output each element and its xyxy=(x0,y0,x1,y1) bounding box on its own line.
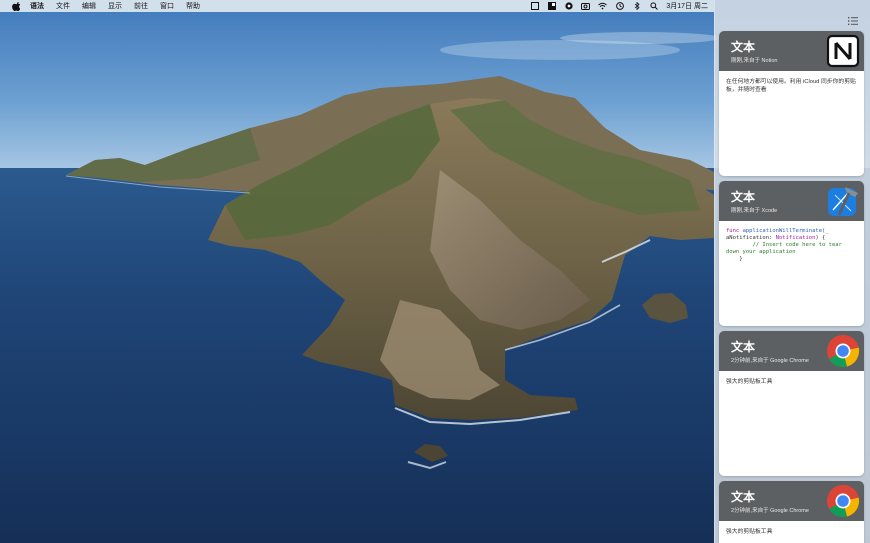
camera-icon[interactable] xyxy=(581,2,591,11)
menu-window[interactable]: 窗口 xyxy=(160,1,174,11)
menu-file[interactable]: 文件 xyxy=(56,1,70,11)
menu-app-name[interactable]: 语法 xyxy=(30,1,44,11)
clipboard-card-xcode[interactable]: 文本 刚刚,来自于 Xcode func applicationWillTerm… xyxy=(719,181,864,326)
card-title: 文本 xyxy=(731,190,756,204)
list-icon[interactable] xyxy=(848,12,858,25)
status-area: 3月17日 周二 xyxy=(530,0,708,12)
card-subtitle: 刚刚,来自于 Xcode xyxy=(731,208,778,214)
clipboard-card-notion[interactable]: 文本 刚刚,来自于 Notion 在任何地方都可以使用。利用 iCloud 同步… xyxy=(719,31,864,176)
clipboard-panel: 文本 刚刚,来自于 Notion 在任何地方都可以使用。利用 iCloud 同步… xyxy=(714,0,870,543)
card-code: func applicationWillTerminate(_ aNotific… xyxy=(726,228,842,262)
card-header: 文本 2分钟前,来自于 Google Chrome xyxy=(719,331,864,371)
time-machine-icon[interactable] xyxy=(615,2,624,11)
square-icon[interactable] xyxy=(530,2,539,11)
clipboard-card-chrome-2[interactable]: 文本 2分钟前,来自于 Google Chrome 强大的剪贴板工具 xyxy=(719,481,864,543)
clipboard-card-chrome[interactable]: 文本 2分钟前,来自于 Google Chrome 强大的剪贴板工具 xyxy=(719,331,864,476)
card-body: 强大的剪贴板工具 xyxy=(726,529,773,535)
search-icon[interactable] xyxy=(649,2,658,11)
wifi-icon[interactable] xyxy=(598,2,608,11)
card-body: 在任何地方都可以使用。利用 iCloud 同步你的剪贴板，并随时查看 xyxy=(726,79,856,93)
chrome-icon xyxy=(825,483,861,519)
apple-icon[interactable] xyxy=(12,1,20,11)
xcode-icon xyxy=(825,183,861,219)
card-subtitle: 刚刚,来自于 Notion xyxy=(731,58,778,64)
chrome-icon xyxy=(825,333,861,369)
dark-circle-icon[interactable] xyxy=(564,2,573,11)
panel-header xyxy=(715,0,870,30)
card-header: 文本 2分钟前,来自于 Google Chrome xyxy=(719,481,864,521)
notion-icon xyxy=(825,33,861,69)
card-header: 文本 刚刚,来自于 Notion xyxy=(719,31,864,71)
menu-view[interactable]: 显示 xyxy=(108,1,122,11)
contrast-square-icon[interactable] xyxy=(547,2,556,11)
card-title: 文本 xyxy=(731,340,756,354)
card-body: 强大的剪贴板工具 xyxy=(726,379,773,385)
card-subtitle: 2分钟前,来自于 Google Chrome xyxy=(731,508,809,514)
bluetooth-icon[interactable] xyxy=(632,2,641,11)
card-title: 文本 xyxy=(731,40,756,54)
card-header: 文本 刚刚,来自于 Xcode xyxy=(719,181,864,221)
menu-help[interactable]: 帮助 xyxy=(186,1,200,11)
menu-edit[interactable]: 编辑 xyxy=(82,1,96,11)
menu-go[interactable]: 前往 xyxy=(134,1,148,11)
card-subtitle: 2分钟前,来自于 Google Chrome xyxy=(731,358,809,364)
card-title: 文本 xyxy=(731,490,756,504)
menu-clock[interactable]: 3月17日 周二 xyxy=(666,1,708,11)
menu-bar: 语法 文件 编辑 显示 前往 窗口 帮助 3月17日 周二 xyxy=(0,0,714,12)
